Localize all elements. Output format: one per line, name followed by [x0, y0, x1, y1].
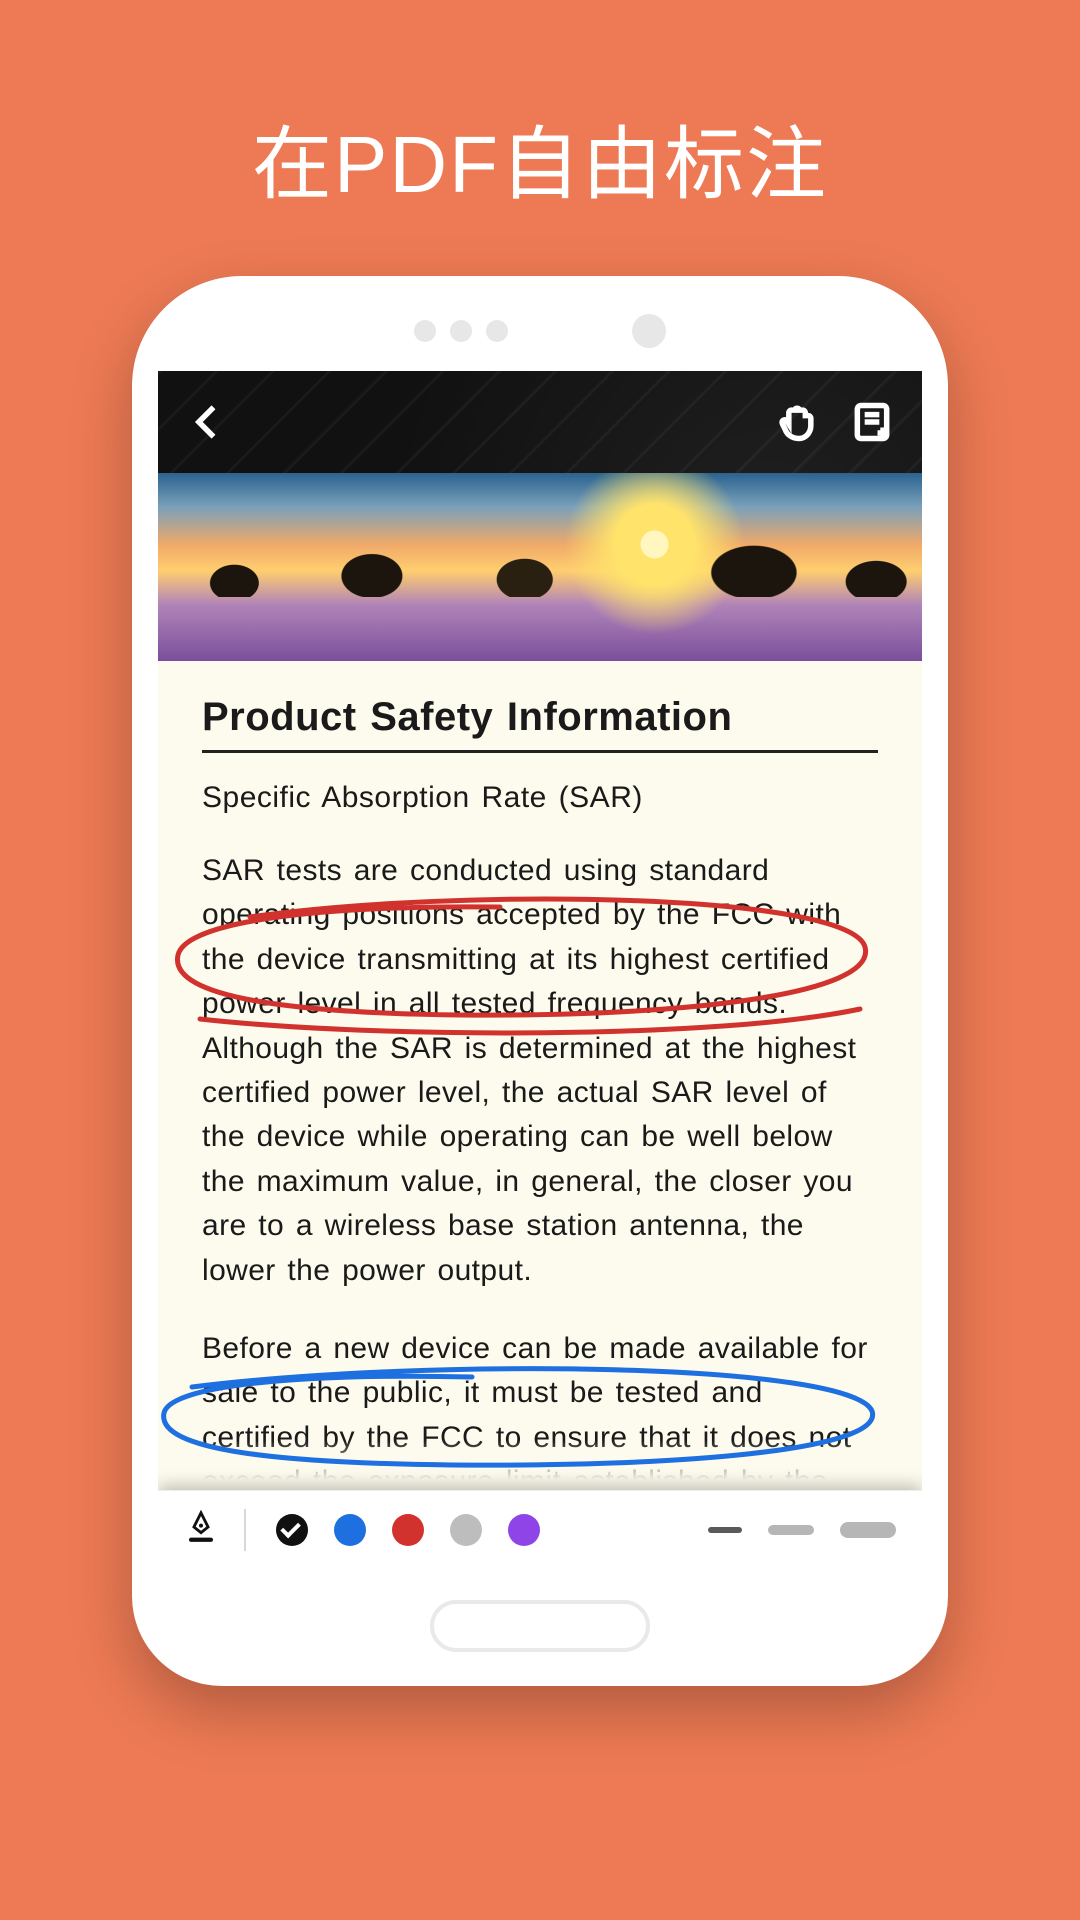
- add-note-button[interactable]: [850, 400, 894, 444]
- stroke-thick[interactable]: [840, 1522, 896, 1538]
- chevron-left-icon: [186, 400, 230, 444]
- phone-home-button: [430, 1600, 650, 1652]
- annotation-toolbar: [158, 1490, 922, 1568]
- stroke-thin[interactable]: [708, 1527, 742, 1533]
- title-rule: [202, 750, 878, 753]
- app-screen: Product Safety Information Specific Abso…: [158, 371, 922, 1568]
- pen-icon: [184, 1510, 218, 1544]
- marketing-headline: 在PDF自由标注: [0, 100, 1080, 216]
- color-swatch-red[interactable]: [392, 1514, 424, 1546]
- doc-paragraph-1: SAR tests are conducted using standard o…: [202, 849, 878, 1293]
- top-navbar: [158, 371, 922, 473]
- document-hero-image: [158, 473, 922, 661]
- note-add-icon: [850, 400, 894, 444]
- stroke-medium[interactable]: [768, 1525, 814, 1535]
- pen-tool-button[interactable]: [184, 1510, 218, 1549]
- color-swatch-blue[interactable]: [334, 1514, 366, 1546]
- toolbar-separator: [244, 1509, 246, 1551]
- color-swatch-gray[interactable]: [450, 1514, 482, 1546]
- color-swatch-black[interactable]: [276, 1514, 308, 1546]
- doc-title: Product Safety Information: [202, 695, 878, 750]
- phone-speaker: [414, 314, 666, 348]
- hand-icon: [776, 400, 820, 444]
- doc-subhead: Specific Absorption Rate (SAR): [202, 781, 878, 815]
- stroke-width-group: [708, 1522, 896, 1538]
- hand-tool-button[interactable]: [776, 400, 820, 444]
- phone-frame: Product Safety Information Specific Abso…: [132, 276, 948, 1686]
- color-swatch-purple[interactable]: [508, 1514, 540, 1546]
- color-swatch-group: [276, 1514, 540, 1546]
- back-button[interactable]: [186, 400, 230, 444]
- document-body[interactable]: Product Safety Information Specific Abso…: [158, 661, 922, 1490]
